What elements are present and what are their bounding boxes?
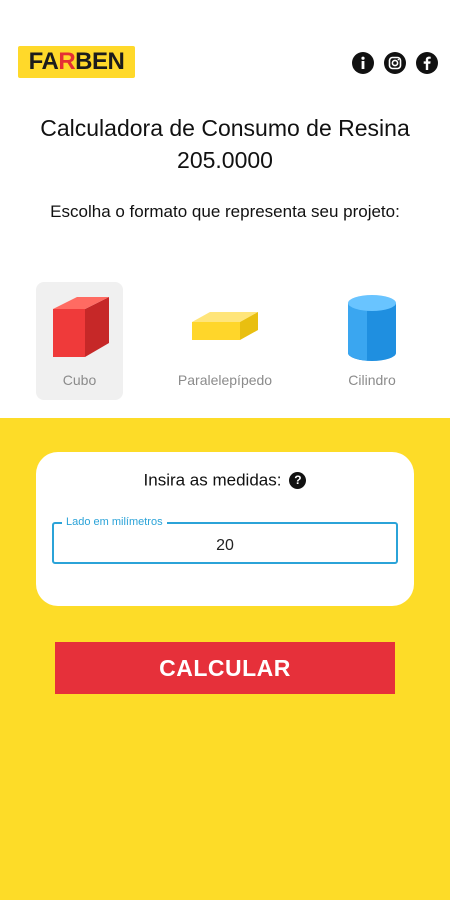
info-icon[interactable] <box>352 52 374 74</box>
instagram-icon[interactable] <box>384 52 406 74</box>
logo-text: FARBEN <box>28 48 125 75</box>
shape-option-box[interactable]: Paralelepípedo <box>160 282 290 400</box>
calculate-button[interactable]: CALCULAR <box>55 642 395 694</box>
shape-options: Cubo Paralelepípedo Cilindro <box>0 282 450 400</box>
measurements-card: Insira as medidas:? Lado em milímetros <box>36 452 414 606</box>
page-title: Calculadora de Consumo de Resina 205.000… <box>40 115 410 173</box>
shape-option-cube[interactable]: Cubo <box>36 282 123 400</box>
shape-label-box: Paralelepípedo <box>177 372 273 388</box>
app-header: FARBEN <box>18 46 438 80</box>
side-length-field: Lado em milímetros <box>52 515 398 564</box>
shape-instruction: Escolha o formato que representa seu pro… <box>50 202 400 221</box>
social-links <box>352 52 438 74</box>
shape-label-cylinder: Cilindro <box>348 372 396 388</box>
measurements-heading: Insira as medidas:? <box>36 470 414 491</box>
form-section: Insira as medidas:? Lado em milímetros C… <box>0 418 450 900</box>
cylinder-icon <box>332 292 412 364</box>
facebook-icon[interactable] <box>416 52 438 74</box>
help-icon[interactable]: ? <box>289 472 307 490</box>
cube-icon <box>36 292 123 364</box>
box-icon <box>160 292 290 364</box>
shape-option-cylinder[interactable]: Cilindro <box>332 282 412 400</box>
shape-label-cube: Cubo <box>62 372 97 388</box>
top-section: FARBEN Calculadora de Consumo de Resina … <box>0 0 450 418</box>
measurements-heading-text: Insira as medidas: <box>143 470 282 490</box>
farben-logo: FARBEN <box>18 46 135 78</box>
side-length-input[interactable] <box>54 524 396 562</box>
